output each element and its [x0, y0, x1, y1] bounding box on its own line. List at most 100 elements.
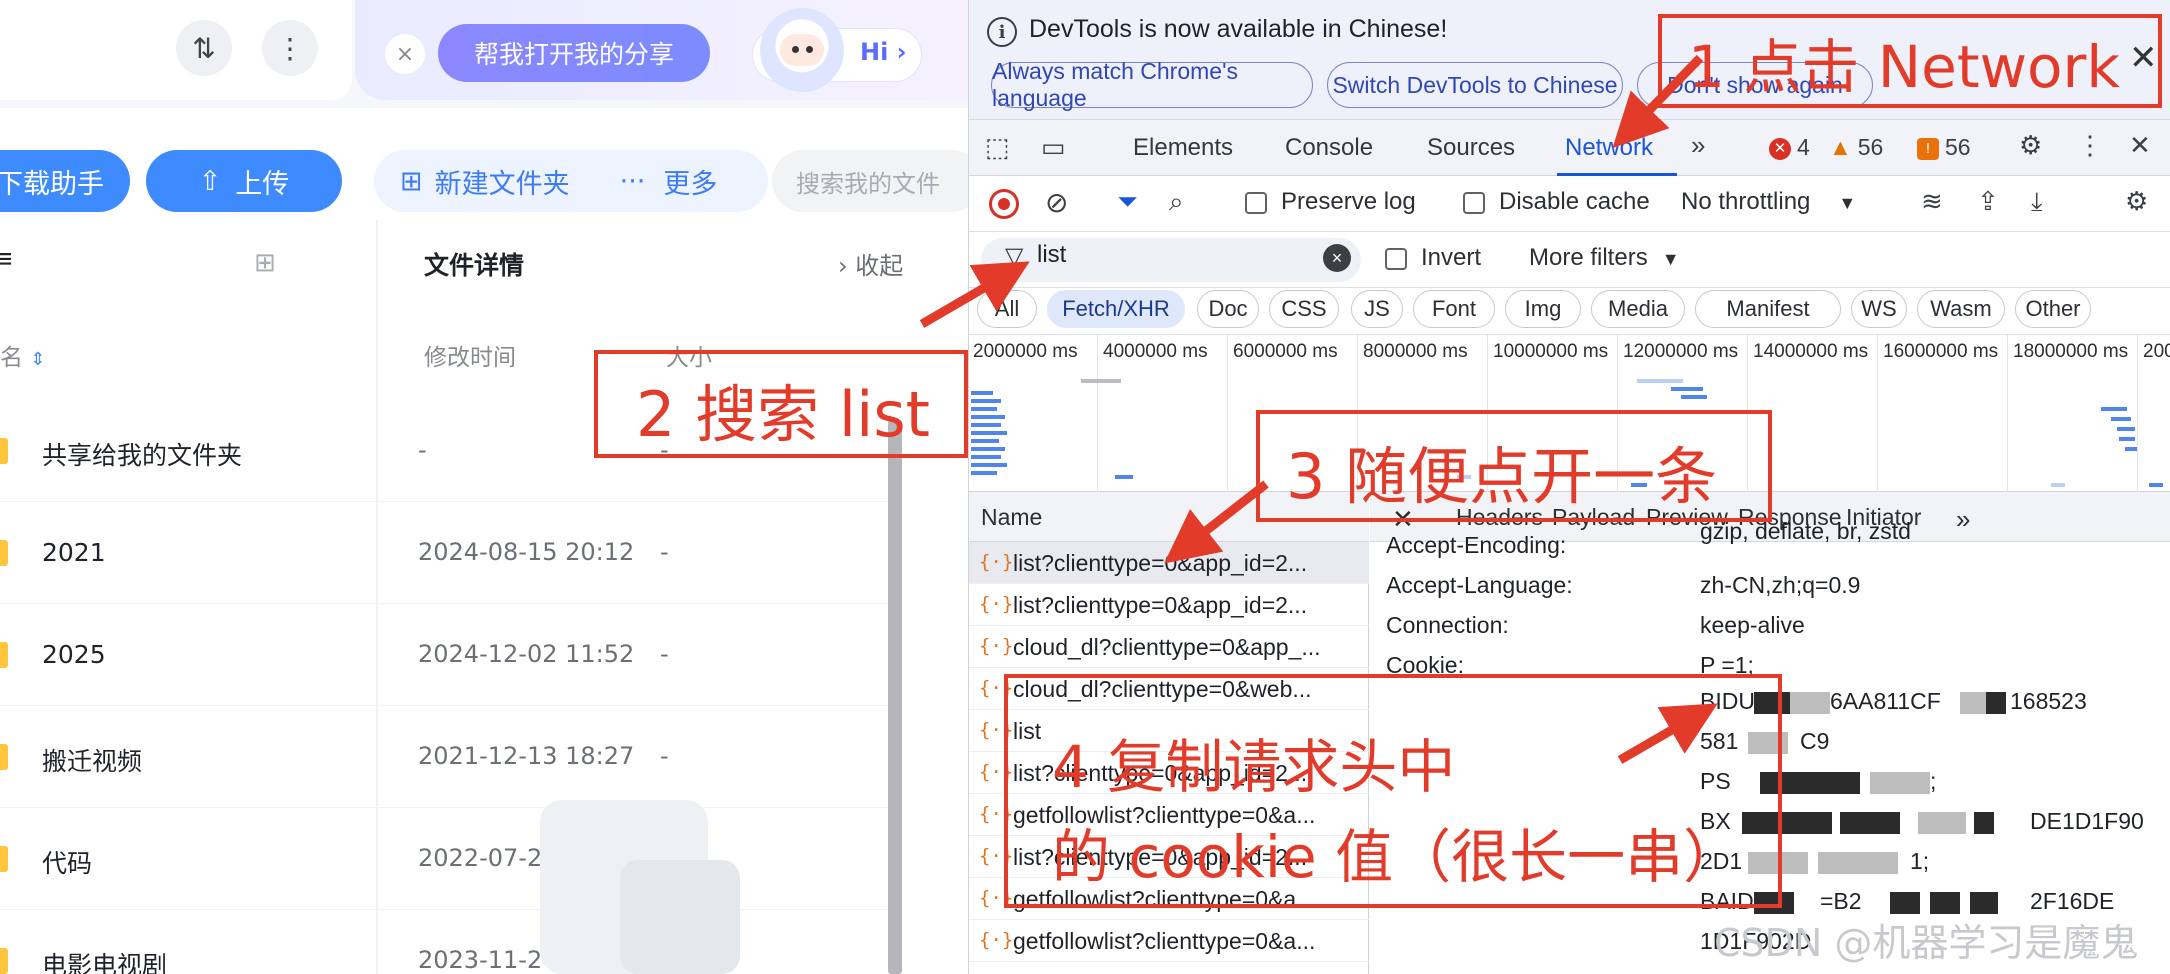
invert-checkbox[interactable]: [1385, 248, 1407, 270]
search-input[interactable]: 搜索我的文件: [772, 150, 968, 212]
inspect-element-icon[interactable]: ⬚: [985, 132, 1010, 163]
file-row[interactable]: 搬迁视频 2021-12-13 18:27-: [0, 706, 890, 808]
clear-filter-icon[interactable]: ×: [1323, 244, 1351, 272]
more-filters-button[interactable]: More filters ▼: [1529, 244, 1680, 272]
file-name: 搬迁视频: [42, 747, 143, 776]
header-key: Connection:: [1386, 612, 1509, 638]
file-name: 共享给我的文件夹: [42, 441, 243, 470]
file-name: 2025: [42, 640, 106, 669]
modified-column-header[interactable]: 修改时间: [424, 338, 516, 372]
annotation-step-3: 3 随便点开一条: [1286, 440, 1718, 513]
timeline-bar: [2051, 483, 2065, 487]
cookie-fragment: DE1D1F90: [2030, 808, 2144, 834]
settings-gear-icon[interactable]: ⚙: [2019, 130, 2042, 161]
request-row[interactable]: {·} list?clienttype=0&app_id=2...: [969, 542, 1369, 584]
header-value[interactable]: keep-alive: [1700, 612, 1805, 639]
detail-title: 文件详情: [424, 251, 525, 280]
cookie-fragment: 1;: [1910, 848, 1930, 874]
file-row[interactable]: 代码 2022-07-2: [0, 808, 890, 910]
clear-log-icon[interactable]: ⊘: [1045, 186, 1068, 219]
type-filter-all[interactable]: All: [977, 290, 1037, 328]
request-row[interactable]: {·} list?clienttype=0&app_id=2...: [969, 584, 1369, 626]
filter-funnel-icon[interactable]: ⏷: [1117, 186, 1138, 218]
type-filter-fetchxhr[interactable]: Fetch/XHR: [1047, 290, 1185, 328]
timeline-gridline: [1877, 335, 1878, 493]
grid-view-icon[interactable]: ⊞: [254, 248, 276, 278]
header-value[interactable]: zh-CN,zh;q=0.9: [1700, 572, 1860, 599]
sort-toggle-icon[interactable]: ⇅: [176, 20, 232, 76]
tab-sources[interactable]: Sources: [1427, 134, 1515, 162]
more-vertical-icon[interactable]: ⋮: [262, 20, 318, 76]
redaction-block: [1870, 772, 1930, 794]
more-label[interactable]: 更多: [663, 162, 717, 201]
network-settings-icon[interactable]: ⚙: [2125, 186, 2148, 217]
cookie-fragment: C9: [1800, 728, 1830, 754]
timeline-bar: [971, 431, 1007, 435]
vertical-scrollbar[interactable]: [888, 420, 902, 974]
record-icon[interactable]: [989, 189, 1019, 219]
error-icon: ✕: [1769, 138, 1791, 160]
timeline-bar: [971, 455, 1001, 459]
new-folder-label: 新建文件夹: [434, 168, 570, 200]
match-language-button[interactable]: Always match Chrome's language: [991, 58, 1313, 111]
redaction-block: [1970, 892, 1998, 914]
download-assistant-button[interactable]: 下载助手: [0, 150, 130, 212]
timeline-tick: 200: [2143, 341, 2170, 362]
tab-console[interactable]: Console: [1285, 134, 1373, 162]
redaction-block: [1918, 812, 1966, 834]
type-filter-css[interactable]: CSS: [1269, 290, 1339, 328]
file-row[interactable]: 2025 2024-12-02 11:52-: [0, 604, 890, 706]
type-filter-media[interactable]: Media: [1591, 290, 1685, 328]
type-filter-doc[interactable]: Doc: [1197, 290, 1259, 328]
info-count[interactable]: ! 56: [1917, 134, 1971, 161]
timeline-tick: 4000000 ms: [1103, 341, 1208, 362]
search-icon[interactable]: ⌕: [1169, 186, 1184, 218]
info-icon: i: [987, 17, 1017, 47]
collapse-button[interactable]: › 收起: [838, 246, 903, 281]
type-filter-font[interactable]: Font: [1413, 290, 1495, 328]
file-name: 2021: [42, 538, 106, 567]
import-har-icon[interactable]: ⇪: [1977, 186, 1999, 217]
type-filter-manifest[interactable]: Manifest: [1695, 290, 1841, 328]
more-tabs-icon[interactable]: »: [1691, 130, 1705, 161]
close-suggestion-icon[interactable]: ×: [385, 34, 425, 74]
file-row[interactable]: 电影电视剧 2023-11-24 09:48: [0, 910, 890, 974]
close-devtools-icon[interactable]: ✕: [2129, 130, 2151, 161]
redaction-block: [1986, 692, 2006, 714]
sort-icon: ⇕: [30, 349, 46, 370]
more-detail-tabs-icon[interactable]: »: [1956, 504, 1970, 535]
header-key: Accept-Language:: [1386, 572, 1573, 598]
file-modified: -: [418, 436, 427, 464]
filter-bar: ▽ list × Invert More filters ▼: [969, 232, 2170, 288]
customize-menu-icon[interactable]: ⋮: [2077, 130, 2103, 161]
timeline-tick: 16000000 ms: [1883, 341, 1999, 362]
switch-language-button[interactable]: Switch DevTools to Chinese: [1327, 62, 1623, 108]
device-toolbar-icon[interactable]: ▭: [1041, 132, 1066, 163]
type-filter-other[interactable]: Other: [2015, 290, 2091, 328]
upload-button[interactable]: ⇧ 上传: [146, 150, 342, 212]
error-count[interactable]: ✕ 4: [1769, 134, 1810, 161]
tab-elements[interactable]: Elements: [1133, 134, 1233, 162]
tab-network[interactable]: Network: [1565, 134, 1653, 162]
throttling-select[interactable]: No throttling ▼: [1681, 188, 1856, 216]
file-row[interactable]: 2021 2024-08-15 20:12-: [0, 502, 890, 604]
type-filter-js[interactable]: JS: [1351, 290, 1403, 328]
network-conditions-icon[interactable]: ≋: [1921, 186, 1943, 217]
type-filter-ws[interactable]: WS: [1851, 290, 1907, 328]
more-dots-icon[interactable]: ···: [620, 166, 646, 197]
name-column-header[interactable]: 名 ⇕: [0, 338, 45, 372]
type-filter-img[interactable]: Img: [1505, 290, 1581, 328]
warning-count[interactable]: ▲ 56: [1829, 134, 1883, 161]
request-row[interactable]: {·} cloud_dl?clienttype=0&app_...: [969, 626, 1369, 668]
disable-cache-checkbox[interactable]: [1463, 192, 1485, 214]
header-value[interactable]: gzip, deflate, br, zstd: [1700, 518, 1911, 545]
type-filter-wasm[interactable]: Wasm: [1917, 290, 2005, 328]
request-row[interactable]: {·} getfollowlist?clienttype=0&a...: [969, 920, 1369, 962]
preserve-log-checkbox[interactable]: [1245, 192, 1267, 214]
export-har-icon[interactable]: ⤓: [2031, 186, 2043, 218]
new-folder-button[interactable]: ⊞ 新建文件夹 ··· 更多: [374, 150, 768, 212]
ai-prompt-chip[interactable]: 帮我打开我的分享: [438, 24, 710, 82]
file-name: 代码: [42, 849, 93, 878]
timeline-bar: [1081, 379, 1121, 383]
annotation-step-2: 2 搜索 list: [636, 378, 930, 451]
